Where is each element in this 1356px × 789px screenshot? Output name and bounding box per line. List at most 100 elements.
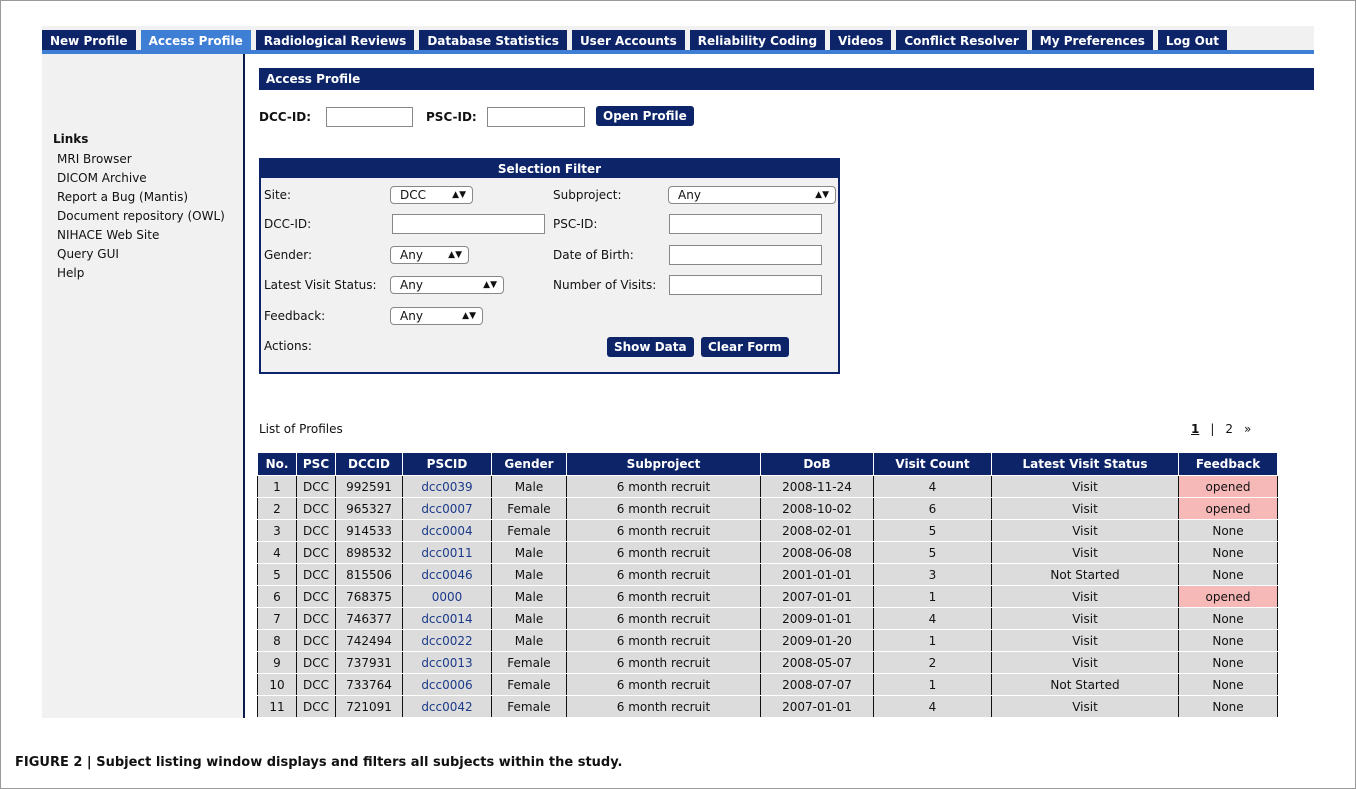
sidebar-link-nihace-web-site[interactable]: NIHACE Web Site: [57, 226, 225, 245]
table-cell: 2008-02-01: [760, 519, 874, 542]
table-cell: 815506: [335, 563, 403, 586]
pscid-link[interactable]: dcc0022: [402, 629, 492, 652]
tab-log-out[interactable]: Log Out: [1157, 30, 1228, 52]
table-header-row: No. PSC DCCID PSCID Gender Subproject DoB Visit…: [257, 452, 1278, 476]
page-2-link[interactable]: 2: [1225, 422, 1233, 436]
tab-radiological-reviews[interactable]: Radiological Reviews: [255, 30, 415, 52]
subproject-select-value: Any: [678, 188, 701, 202]
table-cell: 6 month recruit: [566, 673, 761, 696]
pscid-link[interactable]: dcc0013: [402, 651, 492, 674]
filter-psc-id-label: PSC-ID:: [553, 217, 598, 231]
number-of-visits-input[interactable]: [669, 275, 822, 295]
table-cell: 733764: [335, 673, 403, 696]
pscid-link[interactable]: dcc0038: [402, 717, 492, 718]
sidebar-link-document-repository-owl[interactable]: Document repository (OWL): [57, 207, 225, 226]
column-header[interactable]: PSCID: [402, 452, 492, 476]
column-header[interactable]: Latest Visit Status: [991, 452, 1179, 476]
pscid-link[interactable]: dcc0004: [402, 519, 492, 542]
clear-form-button[interactable]: Clear Form: [701, 337, 789, 357]
tab-my-preferences[interactable]: My Preferences: [1031, 30, 1153, 52]
table-cell: 7: [257, 607, 297, 630]
column-header[interactable]: Subproject: [566, 452, 761, 476]
pscid-link[interactable]: dcc0046: [402, 563, 492, 586]
table-row: 10 DCC 733764 dcc0006 Female 6 month recruit 2…: [257, 673, 1278, 696]
table-cell: Female: [491, 651, 567, 674]
selection-filter: Selection Filter Site: DCC ▲▼ Subproject:…: [259, 158, 840, 374]
pscid-link[interactable]: dcc0039: [402, 475, 492, 498]
tab-bar: New Profile Access Profile Radiological Re…: [42, 30, 1232, 52]
sidebar-link-query-gui[interactable]: Query GUI: [57, 245, 225, 264]
pscid-link[interactable]: dcc0006: [402, 673, 492, 696]
sidebar-link-report-a-bug-mantis[interactable]: Report a Bug (Mantis): [57, 188, 225, 207]
table-cell: Visit: [991, 519, 1179, 542]
filter-psc-id-input[interactable]: [669, 214, 822, 234]
subproject-select[interactable]: Any ▲▼: [668, 186, 836, 204]
page-1-link[interactable]: 1: [1191, 422, 1199, 436]
latest-visit-status-label: Latest Visit Status:: [264, 278, 377, 292]
table-cell: 6 month recruit: [566, 541, 761, 564]
table-cell: 2: [873, 651, 992, 674]
gender-select[interactable]: Any ▲▼: [390, 246, 469, 264]
tab-access-profile[interactable]: Access Profile: [140, 30, 251, 52]
pscid-link[interactable]: dcc0011: [402, 541, 492, 564]
table-cell: Visit: [991, 651, 1179, 674]
table-row: 11 DCC 721091 dcc0042 Female 6 month recruit 2…: [257, 695, 1278, 718]
table-cell: None: [1178, 629, 1278, 652]
tab-user-accounts[interactable]: User Accounts: [571, 30, 685, 52]
next-page-link[interactable]: »: [1244, 422, 1251, 436]
pscid-link[interactable]: 0000: [402, 585, 492, 608]
tab-database-statistics[interactable]: Database Statistics: [419, 30, 567, 52]
table-cell: 1: [873, 629, 992, 652]
table-cell: Visit: [991, 717, 1179, 718]
column-header[interactable]: Gender: [491, 452, 567, 476]
table-cell: None: [1178, 651, 1278, 674]
table-row: 5 DCC 815506 dcc0046 Male 6 month recruit 2001…: [257, 563, 1278, 586]
table-row: 2 DCC 965327 dcc0007 Female 6 month recruit 20…: [257, 497, 1278, 520]
tab-new-profile[interactable]: New Profile: [42, 30, 136, 52]
sidebar-link-dicom-archive[interactable]: DICOM Archive: [57, 169, 225, 188]
table-cell: 4: [257, 541, 297, 564]
table-cell: 1: [873, 717, 992, 718]
pscid-link[interactable]: dcc0042: [402, 695, 492, 718]
column-header[interactable]: PSC: [296, 452, 336, 476]
pscid-link[interactable]: dcc0007: [402, 497, 492, 520]
profiles-table: No. PSC DCCID PSCID Gender Subproject DoB Visit…: [257, 452, 1278, 718]
dob-input[interactable]: [669, 245, 822, 265]
column-header[interactable]: Visit Count: [873, 452, 992, 476]
table-cell: Visit: [991, 541, 1179, 564]
number-of-visits-label: Number of Visits:: [553, 278, 657, 292]
table-cell: DCC: [296, 497, 336, 520]
table-cell: 6 month recruit: [566, 585, 761, 608]
sidebar-link-help[interactable]: Help: [57, 264, 225, 283]
site-select-value: DCC: [400, 188, 426, 202]
filter-dcc-id-input[interactable]: [392, 214, 545, 234]
table-cell: 6 month recruit: [566, 607, 761, 630]
feedback-select[interactable]: Any ▲▼: [390, 307, 483, 325]
filter-dcc-id-label: DCC-ID:: [264, 217, 312, 231]
column-header[interactable]: DoB: [760, 452, 874, 476]
table-cell: 992591: [335, 475, 403, 498]
show-data-button[interactable]: Show Data: [607, 337, 694, 357]
tab-videos[interactable]: Videos: [830, 30, 892, 52]
table-cell: Male: [491, 541, 567, 564]
tab-conflict-resolver[interactable]: Conflict Resolver: [896, 30, 1027, 52]
sidebar-link-mri-browser[interactable]: MRI Browser: [57, 150, 225, 169]
open-profile-button[interactable]: Open Profile: [596, 106, 694, 126]
pagination: 1 | 2 »: [1191, 422, 1262, 436]
column-header[interactable]: No.: [257, 452, 297, 476]
table-row: 9 DCC 737931 dcc0013 Female 6 month recruit 20…: [257, 651, 1278, 674]
table-cell: 914533: [335, 519, 403, 542]
table-cell: 2008-05-07: [760, 651, 874, 674]
site-select[interactable]: DCC ▲▼: [390, 186, 473, 204]
figure-caption: FIGURE 2 | Subject listing window displa…: [15, 755, 623, 770]
table-cell: DCC: [296, 585, 336, 608]
table-cell: None: [1178, 717, 1278, 718]
psc-id-input[interactable]: [487, 107, 585, 127]
column-header[interactable]: Feedback: [1178, 452, 1278, 476]
tab-reliability-coding[interactable]: Reliability Coding: [689, 30, 826, 52]
table-cell: Male: [491, 629, 567, 652]
latest-visit-status-select[interactable]: Any ▲▼: [390, 276, 504, 294]
pscid-link[interactable]: dcc0014: [402, 607, 492, 630]
column-header[interactable]: DCCID: [335, 452, 403, 476]
dcc-id-input[interactable]: [326, 107, 413, 127]
